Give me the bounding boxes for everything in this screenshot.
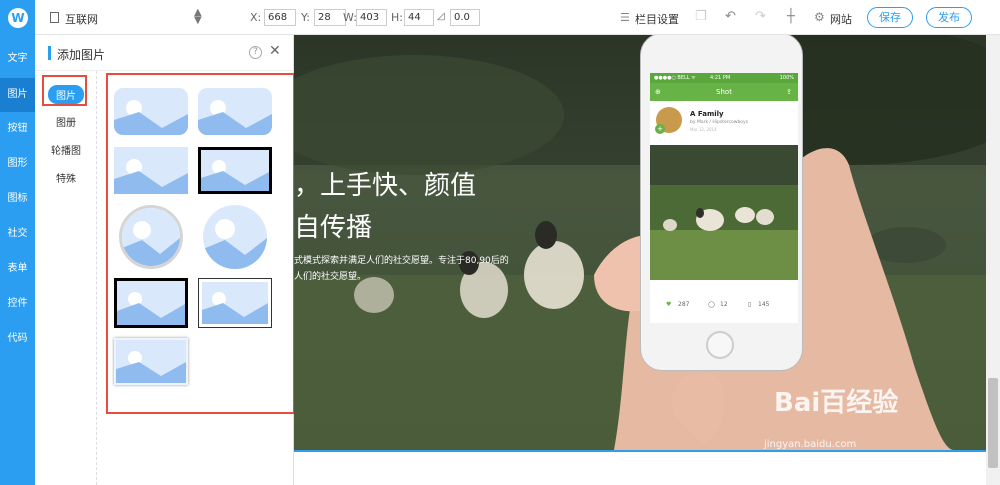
watermark-logo: Bai百经验 xyxy=(774,388,899,418)
w-input[interactable]: 403 xyxy=(356,9,387,26)
panel-title: 添加图片 xyxy=(57,48,106,62)
trash-count: 145 xyxy=(758,301,770,308)
image-placeholder-icon xyxy=(116,340,186,383)
post-byline: by Mark / Hipstercowboys xyxy=(690,120,749,125)
updown-arrows-icon[interactable]: ▲ ▼ xyxy=(194,8,202,26)
x-input[interactable]: 668 xyxy=(264,9,296,26)
design-canvas[interactable]: ，上手快、颜值 自传播 式模式探索并满足人们的社交愿望。专注于80,90后的 人… xyxy=(294,35,986,450)
column-settings-button[interactable]: 栏目设置 xyxy=(635,11,679,27)
share-icon: ⇪ xyxy=(786,88,792,96)
category-special[interactable]: 特殊 xyxy=(35,170,97,185)
align-icon[interactable]: ┼ xyxy=(787,9,795,24)
status-carrier: ●●●●○ BELL ᯤ xyxy=(654,75,696,81)
w-label: W: xyxy=(343,11,357,24)
y-input[interactable]: 28 xyxy=(314,9,346,26)
image-style-circle[interactable] xyxy=(203,205,267,269)
image-placeholder-icon xyxy=(198,88,272,135)
rail-item-shape[interactable]: 图形 xyxy=(0,147,35,181)
image-placeholder-icon xyxy=(114,147,188,194)
angle-icon: ◿ xyxy=(437,11,445,22)
top-toolbar: 互联网 ▲ ▼ X: 668 Y: 28 W: 403 H: 44 ◿ 0.0 ☰… xyxy=(35,0,1000,35)
status-battery: 100% xyxy=(779,75,794,81)
image-style-thin-border[interactable] xyxy=(198,278,272,328)
image-placeholder-icon xyxy=(114,88,188,135)
category-list: 图片 图册 轮播图 特殊 xyxy=(35,71,97,485)
vertical-scrollbar[interactable] xyxy=(986,35,1000,485)
x-label: X: xyxy=(250,11,262,24)
site-selector[interactable]: 互联网 xyxy=(65,11,98,27)
image-placeholder-icon xyxy=(202,282,268,324)
add-image-panel: 添加图片 ? ✕ 图片 图册 轮播图 特殊 xyxy=(35,35,295,485)
image-placeholder-icon xyxy=(203,205,267,269)
rail-item-icon[interactable]: 图标 xyxy=(0,182,35,216)
category-album[interactable]: 图册 xyxy=(35,114,97,129)
likes-count: 287 xyxy=(678,301,690,308)
image-style-rounded-wide[interactable] xyxy=(198,88,272,135)
angle-input[interactable]: 0.0 xyxy=(450,9,480,26)
canvas-footer-area[interactable] xyxy=(294,450,986,485)
image-style-plain[interactable] xyxy=(114,147,188,194)
gear-icon[interactable]: ⚙ xyxy=(814,10,825,24)
page-icon xyxy=(50,12,59,23)
heart-icon[interactable]: ♥ xyxy=(666,295,671,315)
rail-item-widget[interactable]: 控件 xyxy=(0,287,35,321)
image-placeholder-icon xyxy=(122,208,180,266)
y-label: Y: xyxy=(301,11,310,24)
trash-icon[interactable]: ▯ xyxy=(748,295,751,315)
publish-button[interactable]: 发布 xyxy=(926,7,972,28)
highlight-box-category xyxy=(42,75,87,106)
post-photo xyxy=(650,145,798,280)
website-settings-button[interactable]: 网站 xyxy=(830,11,852,27)
image-placeholder-icon xyxy=(201,150,269,191)
help-icon[interactable]: ? xyxy=(249,46,262,59)
image-style-shadow[interactable] xyxy=(114,338,188,385)
plus-icon: + xyxy=(655,124,665,134)
panel-header: 添加图片 ? ✕ xyxy=(35,35,294,71)
app-title: Shot xyxy=(716,88,732,96)
comment-icon[interactable]: ◯ xyxy=(708,295,715,315)
body-line-1[interactable]: 式模式探索并满足人们的社交愿望。专注于80,90后的 xyxy=(294,253,509,266)
post-date: Mar 12, 2014 xyxy=(690,127,717,132)
rail-item-text[interactable]: 文字 xyxy=(0,42,35,76)
phone-home-button xyxy=(706,331,734,359)
rail-item-form[interactable]: 表单 xyxy=(0,252,35,286)
image-style-thick-border[interactable] xyxy=(198,147,272,194)
h-input[interactable]: 44 xyxy=(404,9,434,26)
image-style-thick-border-2[interactable] xyxy=(114,278,188,328)
redo-icon[interactable]: ↷ xyxy=(755,9,766,24)
headline-line-2[interactable]: 自传播 xyxy=(294,207,372,244)
phone-screen: ●●●●○ BELL ᯤ 4:21 PM 100% ⊕ Shot ⇪ + A F… xyxy=(650,73,798,323)
image-style-circle-ring[interactable] xyxy=(119,205,183,269)
image-style-rounded[interactable] xyxy=(114,88,188,135)
phone-status-bar: ●●●●○ BELL ᯤ 4:21 PM 100% xyxy=(650,73,798,83)
scrollbar-thumb[interactable] xyxy=(988,378,998,468)
rail-item-code[interactable]: 代码 xyxy=(0,322,35,356)
headline-line-1[interactable]: ，上手快、颜值 xyxy=(294,165,476,202)
copy-icon[interactable]: ❐ xyxy=(695,9,707,24)
category-carousel[interactable]: 轮播图 xyxy=(35,142,97,157)
watermark-url: jingyan.baidu.com xyxy=(764,439,857,450)
h-label: H: xyxy=(391,11,403,24)
close-icon[interactable]: ✕ xyxy=(269,43,281,59)
add-circle-icon: ⊕ xyxy=(655,88,661,96)
app-header: ⊕ Shot ⇪ xyxy=(650,83,798,101)
status-time: 4:21 PM xyxy=(710,75,731,81)
rail-item-image[interactable]: 图片 xyxy=(0,78,35,112)
rail-item-social[interactable]: 社交 xyxy=(0,217,35,251)
rail-item-button[interactable]: 按钮 xyxy=(0,112,35,146)
image-placeholder-icon xyxy=(117,281,185,325)
post-title: A Family xyxy=(690,110,724,118)
comments-count: 12 xyxy=(720,301,728,308)
undo-icon[interactable]: ↶ xyxy=(725,9,736,24)
app-logo[interactable]: W xyxy=(8,8,28,28)
left-rail: W 文字 图片 按钮 图形 图标 社交 表单 控件 代码 xyxy=(0,0,35,485)
body-line-2[interactable]: 人们的社交愿望。 xyxy=(294,269,366,282)
title-accent-bar xyxy=(48,46,51,60)
save-button[interactable]: 保存 xyxy=(867,7,913,28)
list-icon: ☰ xyxy=(620,11,630,24)
post-actions: ♥ 287 ◯ 12 ▯ 145 xyxy=(650,295,798,315)
